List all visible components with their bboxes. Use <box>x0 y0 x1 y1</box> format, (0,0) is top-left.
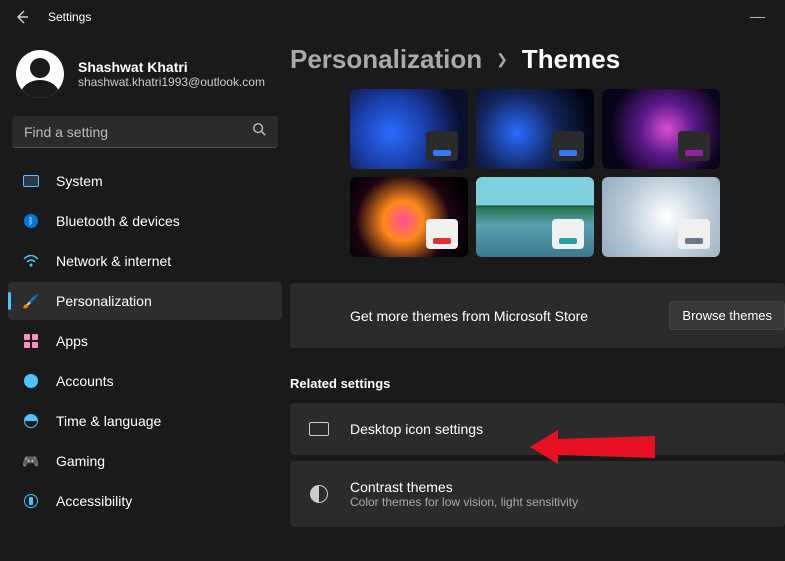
theme-tile[interactable] <box>350 89 468 169</box>
themes-grid <box>290 89 785 257</box>
chevron-right-icon: ❯ <box>496 51 508 68</box>
browse-themes-button[interactable]: Browse themes <box>669 301 785 330</box>
accessibility-icon <box>22 492 40 510</box>
user-name: Shashwat Khatri <box>78 59 265 75</box>
globe-icon <box>22 412 40 430</box>
back-button[interactable] <box>8 3 36 31</box>
search-input[interactable]: Find a setting <box>12 116 278 148</box>
theme-chip <box>552 131 584 161</box>
nav-personalization[interactable]: 🖌️ Personalization <box>8 282 282 320</box>
desktop-icon-settings-row[interactable]: Desktop icon settings <box>290 403 785 455</box>
nav-apps[interactable]: Apps <box>8 322 282 360</box>
user-email: shashwat.khatri1993@outlook.com <box>78 75 265 89</box>
nav-label: Personalization <box>56 293 152 309</box>
monitor-icon <box>22 172 40 190</box>
theme-chip <box>678 219 710 249</box>
store-text: Get more themes from Microsoft Store <box>350 308 669 324</box>
theme-tile[interactable] <box>476 89 594 169</box>
breadcrumb: Personalization ❯ Themes <box>290 40 785 89</box>
nav-bluetooth[interactable]: ᛒ Bluetooth & devices <box>8 202 282 240</box>
store-row: Get more themes from Microsoft Store Bro… <box>290 283 785 348</box>
apps-icon <box>22 332 40 350</box>
nav-label: Time & language <box>56 413 161 429</box>
row-title: Contrast themes <box>350 479 578 495</box>
titlebar: Settings ── <box>0 0 785 34</box>
minimize-button[interactable]: ── <box>750 10 763 24</box>
gamepad-icon: 🎮 <box>22 452 40 470</box>
theme-chip <box>552 219 584 249</box>
nav-time[interactable]: Time & language <box>8 402 282 440</box>
nav-label: Accounts <box>56 373 114 389</box>
related-settings-heading: Related settings <box>290 376 785 391</box>
nav-label: Bluetooth & devices <box>56 213 180 229</box>
wifi-icon <box>22 252 40 270</box>
contrast-icon <box>308 485 330 503</box>
row-title: Desktop icon settings <box>350 421 483 437</box>
avatar <box>16 50 64 98</box>
nav-label: Network & internet <box>56 253 171 269</box>
row-subtitle: Color themes for low vision, light sensi… <box>350 495 578 509</box>
nav-network[interactable]: Network & internet <box>8 242 282 280</box>
breadcrumb-parent[interactable]: Personalization <box>290 44 482 75</box>
bluetooth-icon: ᛒ <box>22 212 40 230</box>
main-content: Personalization ❯ Themes Get more themes… <box>290 34 785 561</box>
nav-system[interactable]: System <box>8 162 282 200</box>
search-placeholder: Find a setting <box>24 124 252 140</box>
search-icon <box>252 122 266 141</box>
nav-list: System ᛒ Bluetooth & devices Network & i… <box>8 162 282 520</box>
sidebar: Shashwat Khatri shashwat.khatri1993@outl… <box>0 34 290 561</box>
nav-label: Gaming <box>56 453 105 469</box>
nav-gaming[interactable]: 🎮 Gaming <box>8 442 282 480</box>
theme-chip <box>426 131 458 161</box>
breadcrumb-current: Themes <box>522 44 620 75</box>
theme-tile[interactable] <box>350 177 468 257</box>
window-title: Settings <box>48 10 91 24</box>
nav-label: Apps <box>56 333 88 349</box>
theme-tile[interactable] <box>602 177 720 257</box>
nav-accounts[interactable]: Accounts <box>8 362 282 400</box>
desktop-icon <box>308 422 330 436</box>
theme-chip <box>426 219 458 249</box>
theme-tile[interactable] <box>476 177 594 257</box>
user-profile[interactable]: Shashwat Khatri shashwat.khatri1993@outl… <box>8 44 282 112</box>
theme-tile[interactable] <box>602 89 720 169</box>
paintbrush-icon: 🖌️ <box>22 292 40 310</box>
nav-label: System <box>56 173 103 189</box>
nav-accessibility[interactable]: Accessibility <box>8 482 282 520</box>
person-icon <box>22 372 40 390</box>
nav-label: Accessibility <box>56 493 132 509</box>
contrast-themes-row[interactable]: Contrast themes Color themes for low vis… <box>290 461 785 527</box>
theme-chip <box>678 131 710 161</box>
